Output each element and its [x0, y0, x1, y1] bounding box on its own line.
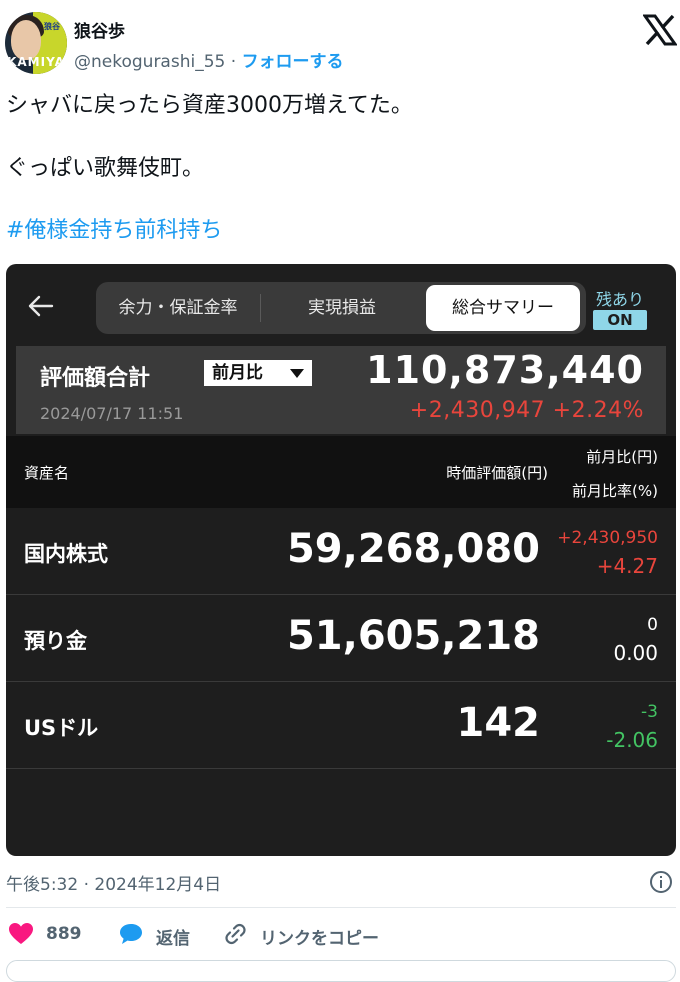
valuation-date: 2024/07/17 11:51: [40, 404, 184, 423]
heart-icon: [9, 923, 33, 944]
x-logo-icon[interactable]: [643, 14, 677, 46]
reply-bubble-icon: [120, 924, 142, 944]
footer-divider: [6, 907, 676, 908]
link-icon: [225, 923, 246, 945]
asset-change-rate: 0.00: [613, 641, 658, 665]
table-row[interactable]: USドル 142 -3 -2.06: [6, 682, 676, 769]
avatar-face: [11, 20, 41, 60]
total-valuation-amount: 110,873,440: [366, 348, 644, 392]
asset-value: 142: [456, 700, 541, 746]
column-monthly-change: 前月比(円): [586, 448, 658, 466]
asset-name: 預り金: [24, 629, 87, 653]
info-icon[interactable]: [649, 870, 673, 894]
handle-row: @nekogurashi_55 · フォローする: [74, 47, 344, 72]
residual-label: 残あり: [595, 290, 644, 309]
period-select[interactable]: 前月比: [204, 360, 312, 386]
asset-name: USドル: [24, 716, 99, 740]
tweet-timestamp[interactable]: 午後5:32 · 2024年12月4日: [6, 870, 221, 895]
valuation-summary: 評価額合計 前月比 110,873,440 2024/07/17 11:51 +…: [16, 346, 666, 434]
read-replies-bar[interactable]: [6, 960, 676, 982]
asset-change-rate: +4.27: [596, 554, 658, 578]
like-count: 889: [46, 924, 82, 944]
asset-value: 51,605,218: [286, 613, 540, 659]
reply-label: 返信: [156, 929, 190, 949]
avatar-seal: 狼谷: [44, 22, 60, 31]
column-monthly-rate: 前月比率(%): [572, 482, 658, 500]
asset-change: +2,430,950: [557, 528, 658, 548]
tab-margin-rate[interactable]: 余力・保証金率: [96, 282, 260, 334]
column-market-value: 時価評価額(円): [446, 464, 548, 482]
tab-realized-pnl[interactable]: 実現損益: [260, 282, 424, 334]
table-row[interactable]: 預り金 51,605,218 0 0.00: [6, 595, 676, 682]
user-handle[interactable]: @nekogurashi_55: [74, 52, 225, 72]
portfolio-screenshot[interactable]: 余力・保証金率 実現損益 総合サマリー 残あり ON 評価額合計 前月比 110…: [6, 264, 676, 856]
tab-total-summary[interactable]: 総合サマリー: [426, 285, 580, 331]
period-select-value: 前月比: [212, 363, 263, 383]
avatar-logo: KAMIYA: [7, 55, 65, 69]
asset-change-rate: -2.06: [606, 728, 658, 752]
display-name[interactable]: 狼谷歩: [74, 17, 125, 42]
avatar[interactable]: 狼谷 KAMIYA: [5, 12, 67, 74]
caret-down-icon: [290, 369, 304, 378]
handle-separator: ·: [230, 52, 237, 72]
asset-change: 0: [647, 615, 658, 635]
tweet-text-line-1: シャバに戻ったら資産3000万増えてた。: [6, 93, 413, 118]
column-asset-name: 資産名: [24, 464, 70, 482]
back-arrow-icon[interactable]: [26, 294, 54, 318]
copy-link-label: リンクをコピー: [260, 929, 379, 949]
table-header: 資産名 時価評価額(円) 前月比(円) 前月比率(%): [6, 436, 676, 508]
tweet-text-line-2: ぐっぱい歌舞伎町。: [6, 156, 205, 181]
table-row[interactable]: 国内株式 59,268,080 +2,430,950 +4.27: [6, 508, 676, 595]
asset-change: -3: [641, 702, 658, 722]
asset-value: 59,268,080: [286, 526, 540, 572]
asset-name: 国内株式: [24, 542, 108, 566]
total-change: +2,430,947 +2.24%: [409, 398, 644, 423]
summary-tabs: 余力・保証金率 実現損益 総合サマリー: [96, 282, 586, 334]
hashtag-link[interactable]: #俺様金持ち前科持ち: [6, 217, 222, 245]
total-valuation-label: 評価額合計: [40, 366, 151, 391]
follow-button[interactable]: フォローする: [242, 52, 344, 72]
tweet-header: 狼谷 KAMIYA 狼谷歩 @nekogurashi_55 · フォローする: [0, 0, 680, 80]
residual-toggle[interactable]: ON: [593, 310, 647, 330]
